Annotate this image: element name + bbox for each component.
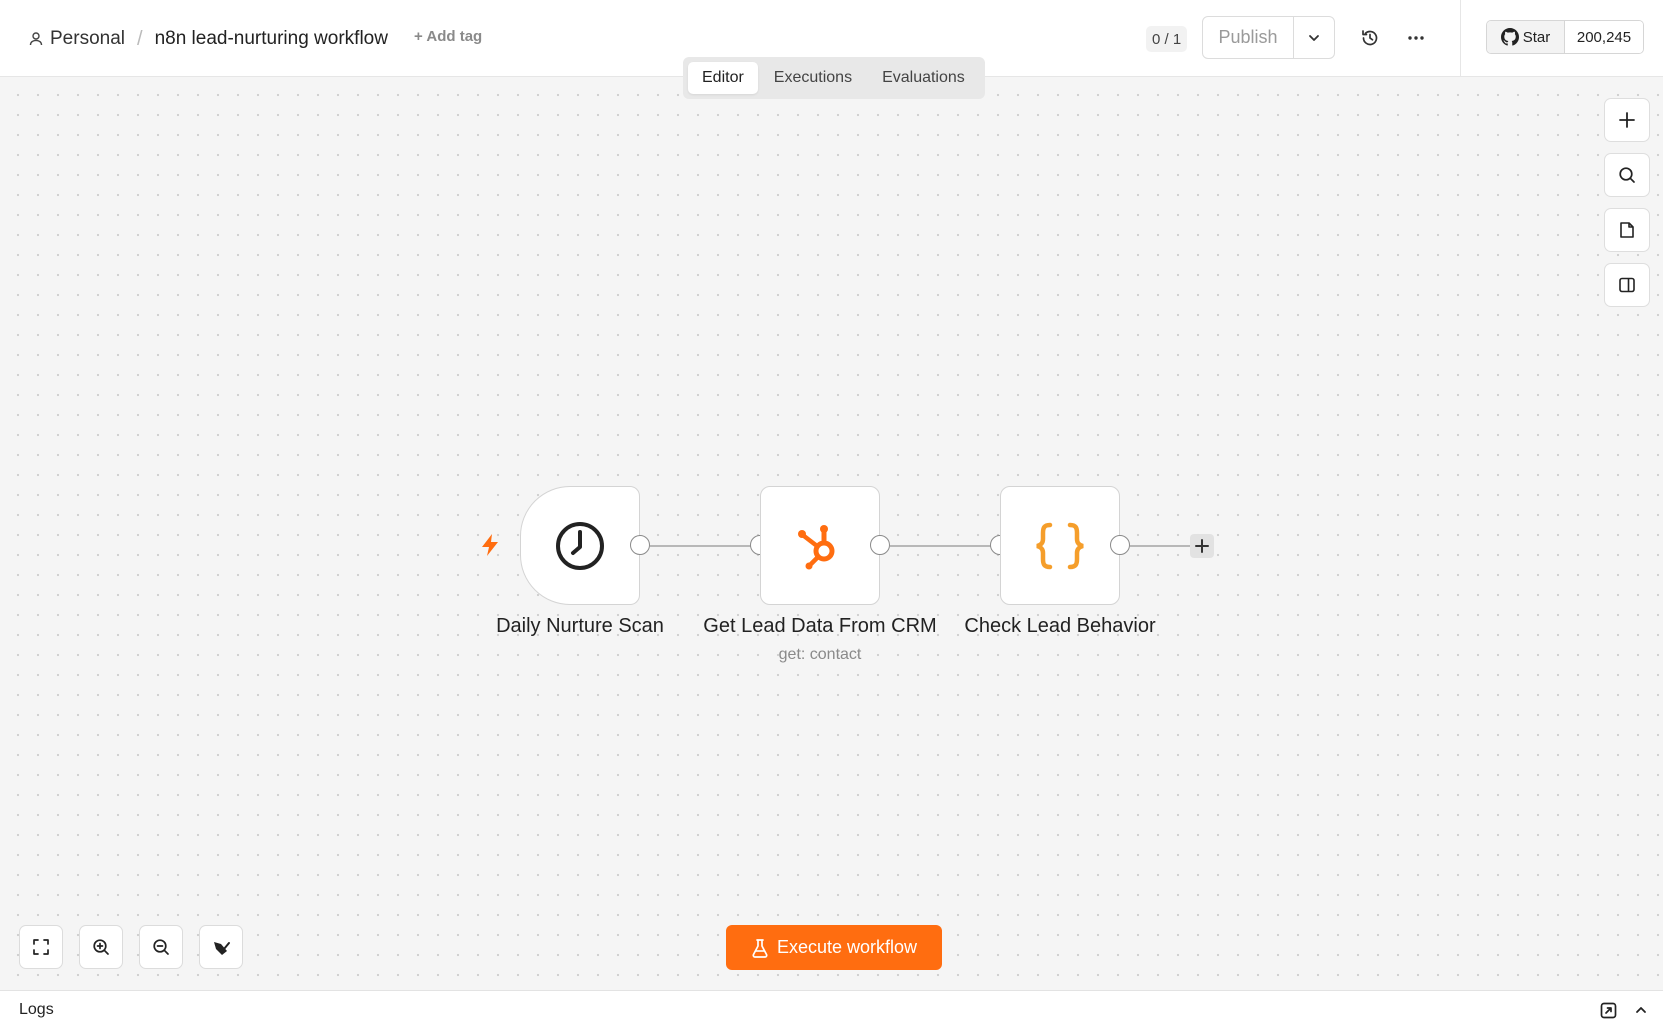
breadcrumb-project-link[interactable]: Personal: [50, 28, 125, 50]
connection-edge[interactable]: [890, 545, 1000, 547]
node-label: Check Lead Behavior: [964, 615, 1156, 637]
plus-icon: [1195, 539, 1209, 553]
code-braces-icon: [1036, 522, 1084, 569]
zoom-in-button[interactable]: [79, 925, 123, 969]
logs-expand-button[interactable]: [1631, 1000, 1651, 1020]
fit-view-button[interactable]: [19, 925, 63, 969]
chevron-down-icon: [1309, 34, 1319, 41]
github-star-count: 200,245: [1565, 21, 1643, 53]
maximize-icon: [33, 939, 49, 955]
view-tabs: Editor Executions Evaluations: [683, 57, 985, 99]
node-daily-nurture-scan[interactable]: [520, 486, 640, 605]
output-port[interactable]: [870, 535, 890, 555]
add-node-button[interactable]: [1604, 98, 1650, 142]
history-icon: [1362, 30, 1378, 46]
github-icon: [1500, 28, 1519, 46]
tab-editor[interactable]: Editor: [688, 62, 758, 94]
logs-panel-bar[interactable]: Logs: [0, 990, 1663, 1027]
github-star-widget[interactable]: Star 200,245: [1486, 20, 1644, 54]
add-tag-button[interactable]: + Add tag: [414, 28, 482, 45]
github-star-label: Star: [1522, 28, 1551, 46]
workflow-name[interactable]: n8n lead-nurturing workflow: [155, 28, 388, 50]
user-icon: [28, 31, 44, 47]
sticky-note-button[interactable]: [1604, 208, 1650, 252]
publish-button[interactable]: Publish: [1203, 17, 1294, 58]
panel-right-icon: [1619, 277, 1635, 293]
tidy-up-button[interactable]: [199, 925, 243, 969]
connection-edge: [1130, 545, 1192, 547]
sticky-note-icon: [1620, 222, 1634, 238]
zoom-out-icon: [153, 939, 169, 955]
toggle-panel-button[interactable]: [1604, 263, 1650, 307]
breadcrumb: Personal / n8n lead-nurturing workflow: [28, 24, 388, 54]
version-counter: 0 / 1: [1146, 26, 1188, 52]
trigger-bolt-icon: [480, 533, 500, 562]
zoom-in-icon: [93, 939, 109, 955]
plus-icon: [1619, 112, 1635, 128]
logs-popout-button[interactable]: [1598, 1000, 1618, 1020]
popout-icon: [1600, 1002, 1616, 1018]
node-label: Get Lead Data From CRM: [703, 615, 937, 637]
tab-executions[interactable]: Executions: [760, 62, 866, 94]
node-label: Daily Nurture Scan: [496, 615, 664, 637]
output-port[interactable]: [630, 535, 650, 555]
history-button[interactable]: [1356, 24, 1384, 52]
output-port[interactable]: [1110, 535, 1130, 555]
clock-icon: [556, 521, 604, 570]
node-subtitle: get: contact: [778, 646, 862, 663]
add-next-node-button[interactable]: [1190, 534, 1214, 558]
github-star-button[interactable]: Star: [1487, 21, 1565, 53]
publish-dropdown-button[interactable]: [1294, 17, 1334, 58]
breadcrumb-separator: /: [137, 27, 143, 50]
search-icon: [1619, 167, 1635, 183]
node-get-lead-data[interactable]: [760, 486, 880, 605]
execute-workflow-button[interactable]: Execute workflow: [726, 925, 942, 970]
logs-label: Logs: [19, 1001, 54, 1018]
hubspot-icon: [798, 524, 835, 569]
header-divider: [1460, 0, 1461, 77]
zoom-out-button[interactable]: [139, 925, 183, 969]
execute-workflow-label: Execute workflow: [776, 937, 918, 957]
more-options-button[interactable]: [1402, 24, 1430, 52]
flask-icon: [752, 938, 768, 958]
publish-button-group: Publish: [1202, 16, 1335, 59]
chevron-up-icon: [1636, 1007, 1646, 1013]
connection-edge[interactable]: [650, 545, 760, 547]
node-check-lead-behavior[interactable]: [1000, 486, 1120, 605]
search-nodes-button[interactable]: [1604, 153, 1650, 197]
tab-evaluations[interactable]: Evaluations: [868, 62, 979, 94]
workflow-canvas[interactable]: Daily Nurture Scan Get Lead Data From CR…: [0, 77, 1663, 990]
broom-icon: [214, 942, 230, 955]
ellipsis-icon: [1408, 36, 1424, 40]
